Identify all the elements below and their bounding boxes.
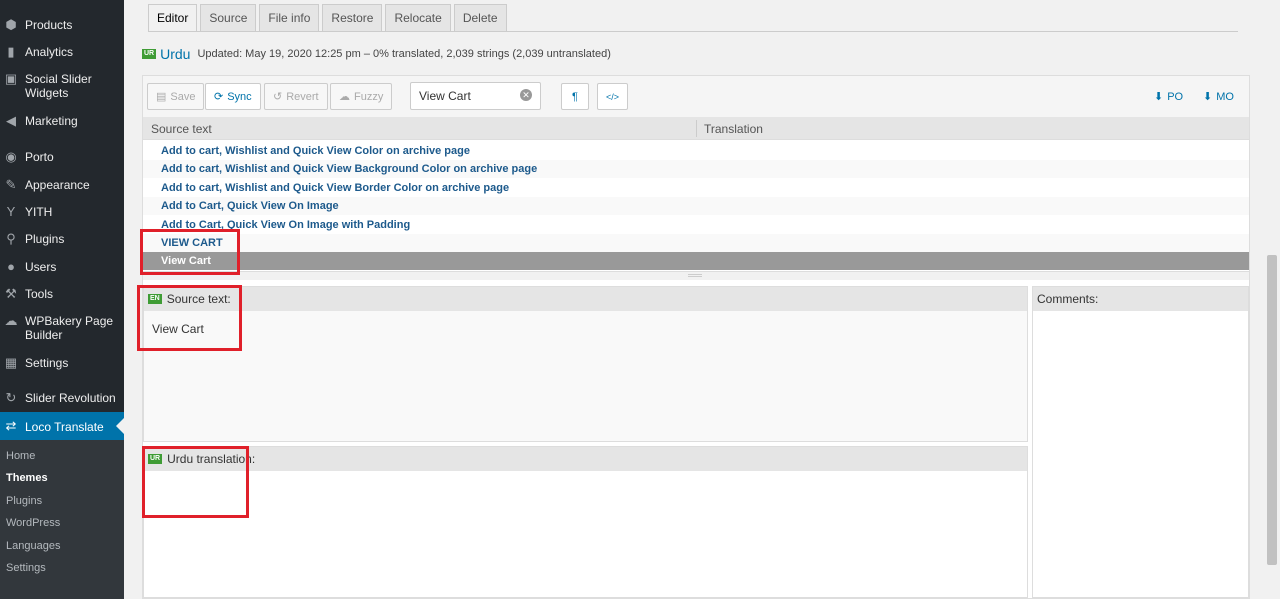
code-view-toggle-button[interactable]: </> bbox=[597, 83, 629, 110]
resize-grip-icon bbox=[688, 274, 702, 277]
tab-delete[interactable]: Delete bbox=[453, 4, 507, 31]
products-icon: ⬢ bbox=[5, 17, 17, 32]
strings-list-header: Source text Translation bbox=[143, 117, 1249, 140]
cloud-icon: ☁ bbox=[339, 91, 350, 103]
translation-header: UR Urdu translation: bbox=[144, 447, 1027, 471]
submenu-item-themes[interactable]: Themes bbox=[6, 472, 48, 484]
source-text-pane: EN Source text: View Cart bbox=[143, 286, 1028, 442]
tab-source[interactable]: Source bbox=[200, 4, 257, 31]
comments-textarea[interactable] bbox=[1033, 311, 1248, 597]
string-row[interactable]: Add to cart, Wishlist and Quick View Bac… bbox=[143, 160, 1249, 178]
submenu-item-home[interactable]: Home bbox=[6, 450, 35, 462]
code-icon: </> bbox=[606, 91, 620, 102]
column-source-text[interactable]: Source text bbox=[151, 122, 212, 136]
sync-icon: ⟳ bbox=[214, 91, 224, 103]
users-icon: ● bbox=[7, 259, 15, 274]
sidebar-item-social-slider[interactable]: ▣ Social Slider Widgets bbox=[0, 71, 124, 101]
language-name-link[interactable]: Urdu bbox=[160, 46, 190, 62]
source-text-header: EN Source text: bbox=[144, 287, 1027, 311]
invisibles-toggle-button[interactable]: ¶ bbox=[561, 83, 589, 110]
revert-button[interactable]: ↺ Revert bbox=[264, 83, 328, 110]
sidebar-item-loco-translate[interactable]: ⇄ Loco Translate bbox=[0, 412, 124, 440]
sidebar-item-tools[interactable]: ⚒ Tools bbox=[0, 286, 124, 302]
download-po-link[interactable]: ⬇ PO bbox=[1154, 90, 1183, 104]
string-row[interactable]: Add to cart, Wishlist and Quick View Bor… bbox=[143, 179, 1249, 197]
tab-editor[interactable]: Editor bbox=[148, 4, 198, 32]
wpbakery-icon: ☁ bbox=[4, 313, 18, 328]
plugin-icon: ⚲ bbox=[6, 231, 16, 246]
string-row-selected[interactable]: View Cart bbox=[143, 252, 1249, 270]
download-icon: ⬇ bbox=[1203, 91, 1213, 103]
comments-pane: Comments: bbox=[1032, 286, 1249, 598]
list-resize-handle[interactable] bbox=[143, 271, 1249, 280]
main-content: Editor Source File info Restore Relocate… bbox=[124, 0, 1280, 599]
clear-search-icon[interactable]: ✕ bbox=[520, 89, 532, 101]
string-row[interactable]: Add to cart, Wishlist and Quick View Col… bbox=[143, 142, 1249, 160]
string-row[interactable]: Add to Cart, Quick View On Image with Pa… bbox=[143, 216, 1249, 234]
comments-header: Comments: bbox=[1033, 287, 1248, 311]
sidebar-item-porto[interactable]: ◉ Porto bbox=[0, 149, 124, 165]
column-translation[interactable]: Translation bbox=[704, 122, 763, 136]
pilcrow-icon: ¶ bbox=[572, 90, 578, 103]
sidebar-item-slider-revolution[interactable]: ↻ Slider Revolution bbox=[0, 390, 124, 406]
revert-icon: ↺ bbox=[273, 91, 283, 103]
download-icon: ⬇ bbox=[1154, 91, 1164, 103]
tab-relocate[interactable]: Relocate bbox=[385, 4, 451, 31]
sync-button[interactable]: ⟳ Sync bbox=[205, 83, 261, 110]
tab-file-info[interactable]: File info bbox=[259, 4, 320, 31]
editor-tabs: Editor Source File info Restore Relocate… bbox=[148, 4, 507, 32]
download-mo-link[interactable]: ⬇ MO bbox=[1203, 90, 1234, 104]
language-status-line: UR Urdu Updated: May 19, 2020 12:25 pm –… bbox=[142, 46, 611, 62]
column-divider bbox=[696, 120, 697, 137]
highlight-box-source-text bbox=[137, 285, 242, 351]
sidebar-item-analytics[interactable]: ▮ Analytics bbox=[0, 44, 124, 60]
analytics-icon: ▮ bbox=[7, 44, 15, 59]
fuzzy-button[interactable]: ☁ Fuzzy bbox=[330, 83, 393, 110]
sidebar-item-products[interactable]: ⬢ Products bbox=[0, 17, 124, 33]
porto-icon: ◉ bbox=[5, 149, 17, 164]
translation-editor: ▤ Save ⟳ Sync ↺ Revert ☁ Fuzzy View Cart… bbox=[142, 75, 1250, 599]
urdu-flag-badge: UR bbox=[142, 49, 157, 59]
save-button[interactable]: ▤ Save bbox=[147, 83, 205, 110]
submenu-item-languages[interactable]: Languages bbox=[6, 540, 60, 552]
translation-pane: UR Urdu translation: bbox=[143, 446, 1028, 598]
translation-textarea[interactable] bbox=[144, 471, 1027, 597]
settings-icon: ▦ bbox=[4, 355, 18, 370]
sidebar-item-plugins[interactable]: ⚲ Plugins bbox=[0, 231, 124, 247]
active-menu-arrow bbox=[116, 418, 124, 434]
sidebar-item-appearance[interactable]: ✎ Appearance bbox=[0, 177, 124, 193]
submenu-item-wordpress[interactable]: WordPress bbox=[6, 517, 60, 529]
sidebar-item-settings[interactable]: ▦ Settings bbox=[0, 355, 124, 371]
sidebar-item-users[interactable]: ● Users bbox=[0, 259, 124, 275]
sidebar-item-yith[interactable]: Y YITH bbox=[0, 204, 124, 220]
page-scrollbar-thumb[interactable] bbox=[1267, 255, 1277, 565]
submenu-item-plugins[interactable]: Plugins bbox=[6, 495, 42, 507]
loco-submenu: Home Themes Plugins WordPress Languages … bbox=[0, 440, 124, 599]
filter-search-input[interactable]: View Cart ✕ bbox=[410, 82, 541, 110]
sidebar-item-wpbakery[interactable]: ☁ WPBakery Page Builder bbox=[0, 313, 124, 343]
loco-translate-icon: ⇄ bbox=[5, 418, 17, 433]
save-icon: ▤ bbox=[156, 91, 167, 103]
megaphone-icon: ◀ bbox=[6, 113, 16, 128]
highlight-box-view-cart-rows bbox=[140, 229, 240, 275]
wrench-icon: ⚒ bbox=[5, 286, 17, 301]
tab-restore[interactable]: Restore bbox=[322, 4, 383, 31]
admin-sidebar: ⬢ Products ▮ Analytics ▣ Social Slider W… bbox=[0, 0, 124, 599]
tabs-divider bbox=[148, 31, 1238, 32]
brush-icon: ✎ bbox=[5, 177, 17, 192]
submenu-item-settings[interactable]: Settings bbox=[6, 562, 46, 574]
highlight-box-translation bbox=[142, 446, 249, 518]
editor-toolbar: ▤ Save ⟳ Sync ↺ Revert ☁ Fuzzy View Cart… bbox=[143, 76, 1249, 117]
string-row[interactable]: Add to Cart, Quick View On Image bbox=[143, 197, 1249, 215]
slider-revolution-icon: ↻ bbox=[5, 390, 17, 405]
language-status-text: Updated: May 19, 2020 12:25 pm – 0% tran… bbox=[197, 48, 611, 60]
sidebar-item-marketing[interactable]: ◀ Marketing bbox=[0, 113, 124, 129]
social-slider-icon: ▣ bbox=[4, 71, 18, 86]
yith-icon: Y bbox=[6, 204, 16, 219]
string-row[interactable]: VIEW CART bbox=[143, 234, 1249, 252]
